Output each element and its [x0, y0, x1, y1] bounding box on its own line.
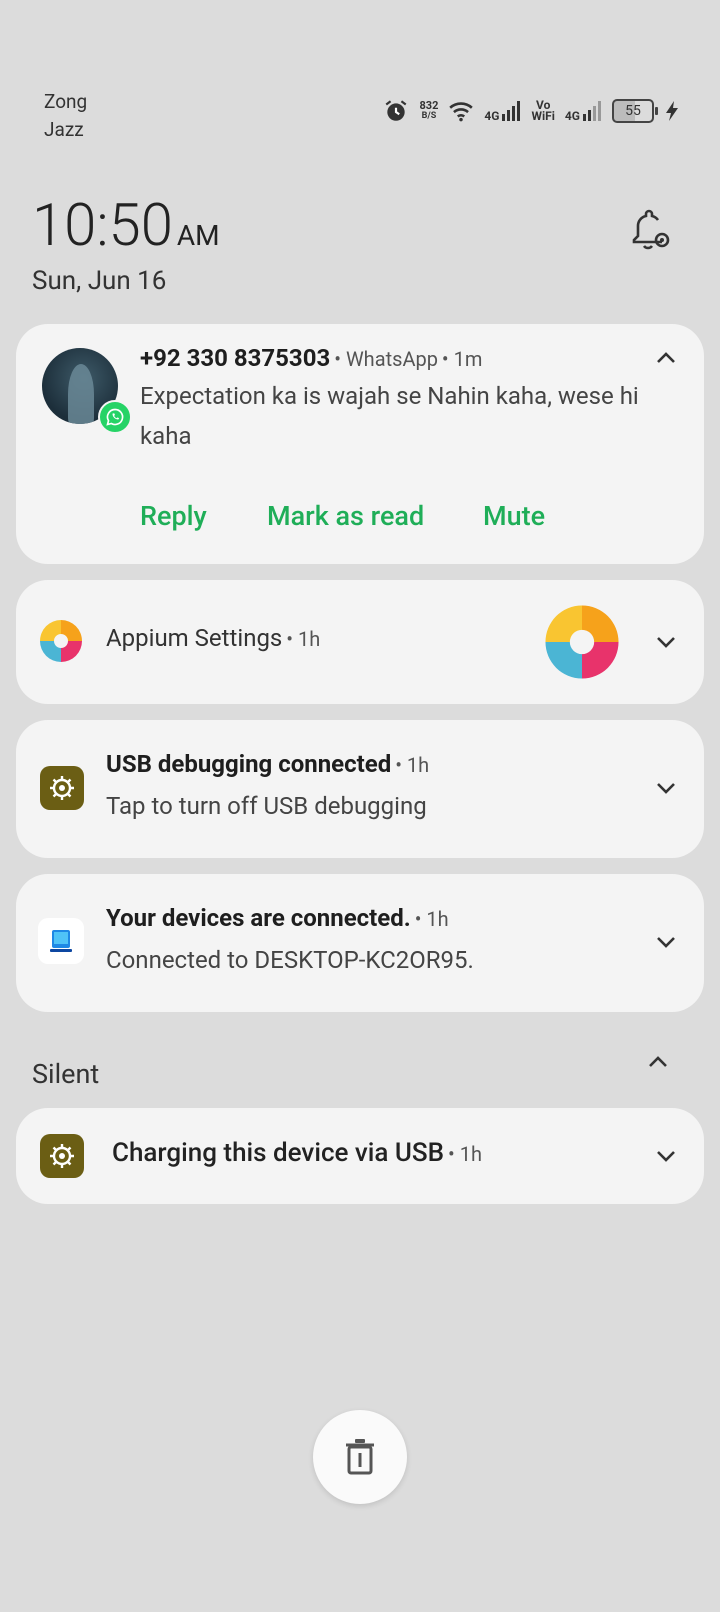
notification-header: Your devices are connected. • 1h	[106, 904, 449, 932]
clock-time: 10:50	[32, 192, 173, 260]
chevron-down-icon[interactable]	[652, 1142, 680, 1170]
charging-notification[interactable]: Charging this device via USB • 1h	[16, 1108, 704, 1204]
speed-value: 832	[419, 99, 439, 112]
wifi-icon	[449, 102, 474, 122]
speed-unit: B/S	[421, 111, 437, 121]
clear-all-button[interactable]	[313, 1410, 407, 1504]
timestamp: 1h	[426, 907, 449, 931]
timestamp: 1m	[453, 347, 483, 371]
android-system-icon	[40, 766, 84, 810]
message-body: Expectation ka is wajah se Nahin kaha, w…	[140, 382, 639, 450]
clock-ampm: AM	[176, 219, 220, 252]
timestamp: 1h	[298, 627, 321, 651]
chevron-down-icon[interactable]	[652, 628, 680, 656]
network-type-1: 4G	[484, 109, 500, 123]
signal-icon	[502, 101, 521, 121]
battery-level: 55	[625, 103, 641, 119]
usb-debugging-notification[interactable]: USB debugging connected • 1h Tap to turn…	[16, 720, 704, 858]
clock: 10:50 AM	[32, 196, 220, 266]
notification-body: Connected to DESKTOP-KC2OR95.	[106, 946, 474, 974]
notification-title: Charging this device via USB	[112, 1138, 445, 1168]
notification-body: Tap to turn off USB debugging	[106, 792, 427, 820]
mute-button[interactable]: Mute	[483, 500, 545, 532]
battery-icon: 55	[612, 99, 658, 123]
chevron-down-icon[interactable]	[652, 774, 680, 802]
notification-title: USB debugging connected	[106, 750, 392, 778]
reply-button[interactable]: Reply	[140, 500, 207, 532]
app-name: Appium Settings	[106, 624, 283, 652]
chevron-up-icon[interactable]	[652, 344, 680, 372]
whatsapp-notification[interactable]: +92 330 8375303 • WhatsApp • 1m Expectat…	[16, 324, 704, 564]
signal-icon	[583, 101, 601, 121]
notification-header: USB debugging connected • 1h	[106, 750, 430, 778]
signal-1: 4G	[484, 100, 521, 122]
status-icons: 832 B/S 4G Vo WiFi 4G 55	[383, 96, 680, 126]
carrier-1: Zong	[44, 90, 88, 113]
notification-header: Appium Settings • 1h	[106, 624, 321, 652]
silent-section-label: Silent	[32, 1058, 100, 1090]
notification-header: Charging this device via USB • 1h	[112, 1138, 483, 1168]
alarm-icon	[386, 100, 407, 121]
timestamp: 1h	[459, 1142, 483, 1166]
network-type-2: 4G	[564, 109, 580, 123]
carrier-labels: Zong Jazz	[44, 88, 87, 144]
network-speed: 832 B/S	[419, 100, 438, 122]
carrier-2: Jazz	[44, 118, 84, 141]
app-name: WhatsApp	[345, 347, 438, 371]
timestamp: 1h	[406, 753, 430, 777]
whatsapp-icon	[98, 400, 132, 434]
signal-2: 4G	[565, 100, 602, 122]
chevron-up-icon[interactable]	[644, 1048, 672, 1076]
appium-large-icon	[545, 605, 619, 679]
charging-bolt-icon	[666, 101, 678, 121]
mark-as-read-button[interactable]: Mark as read	[267, 500, 424, 532]
sender-number: +92 330 8375303	[140, 344, 331, 372]
appium-icon	[40, 620, 82, 662]
date: Sun, Jun 16	[32, 266, 167, 296]
vowifi-label: Vo WiFi	[531, 99, 555, 123]
android-system-icon	[40, 1134, 84, 1178]
devices-connected-notification[interactable]: Your devices are connected. • 1h Connect…	[16, 874, 704, 1012]
phone-link-icon	[38, 918, 84, 964]
trash-icon	[346, 1439, 374, 1475]
notification-title: Your devices are connected.	[106, 904, 411, 932]
chevron-down-icon[interactable]	[652, 928, 680, 956]
notification-header: +92 330 8375303 • WhatsApp • 1m	[140, 344, 483, 372]
notification-settings-icon[interactable]	[628, 208, 672, 252]
appium-notification[interactable]: Appium Settings • 1h	[16, 580, 704, 704]
vowifi-bottom: WiFi	[531, 109, 555, 123]
